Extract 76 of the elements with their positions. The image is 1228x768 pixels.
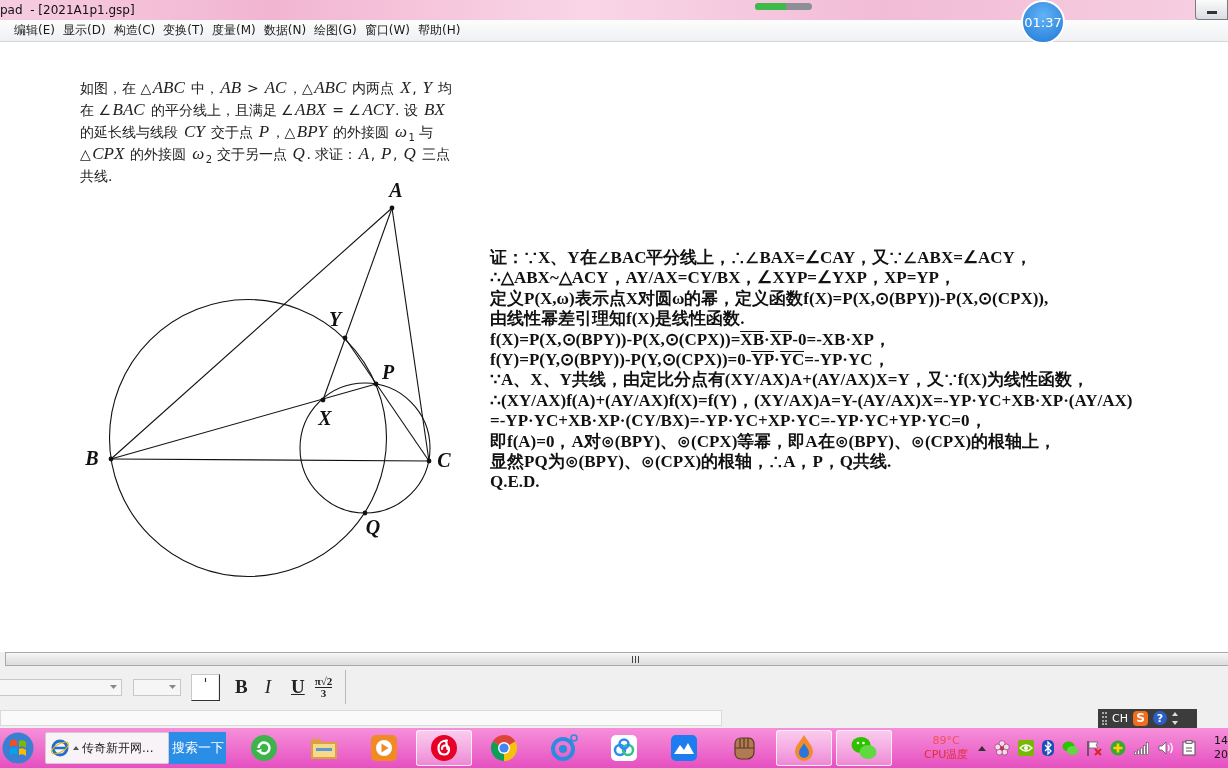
proof-line: 由线性幂差引理知f(X)是线性函数.: [490, 309, 746, 330]
proof-line: =-YP·YC+XB·XP·(CY/BX)=-YP·YC+XP·YC=-YP·YC+YP·YC=0，: [490, 411, 988, 432]
point-label: X: [318, 407, 332, 429]
menu-item[interactable]: 变换(T): [159, 22, 208, 39]
taskbar-app-button[interactable]: [250, 734, 278, 762]
proof-line: f(X)=P(X,⊙(BPY))-P(X,⊙(CPX))=XB·XP-0=-XB·XP，: [490, 329, 892, 350]
menu-item[interactable]: 帮助(H): [414, 22, 465, 39]
signal-icon[interactable]: [1134, 741, 1151, 755]
taskbar-app-button[interactable]: [490, 734, 518, 762]
minimize-button[interactable]: [1195, 0, 1228, 20]
arrows-icon: [1171, 711, 1178, 725]
clipboard-icon[interactable]: [1182, 740, 1197, 756]
math-format-button[interactable]: π√2 3: [311, 674, 336, 700]
temperature-reading: 89°C: [932, 734, 960, 748]
menu-item[interactable]: 绘图(G): [310, 22, 361, 39]
proof-line: 即f(A)=0，A对⊙(BPY)、⊙(CPX)等幂，即A在⊙(BPY)、⊙(CPX)的根轴上，: [490, 431, 1058, 452]
caret-up-icon: [73, 746, 79, 750]
proof-line: ∴△ABX~△ACY，AY/AX=CY/BX，∠XYP=∠YXP，XP=YP，: [490, 268, 957, 289]
orbit-icon: [50, 738, 70, 758]
taskbar-app-button[interactable]: [776, 730, 832, 766]
temperature-label: CPU温度: [924, 748, 969, 762]
start-orb-icon[interactable]: [2, 732, 34, 764]
mountain-icon: [670, 734, 698, 762]
menu-item[interactable]: 窗口(W): [360, 22, 414, 39]
point-label: P: [381, 361, 395, 383]
taskbar-window-button[interactable]: 传奇新开网...: [45, 732, 169, 764]
minimize-icon: [1206, 11, 1217, 14]
linked-rings-icon: [610, 734, 638, 762]
bluetooth-icon[interactable]: [1042, 740, 1055, 756]
menu-item[interactable]: 度量(M): [208, 22, 260, 39]
menu-item[interactable]: 数据(N): [259, 22, 311, 39]
grip-icon: [631, 655, 639, 663]
caret-icon: [169, 685, 176, 689]
menu-item[interactable]: 编辑(E): [10, 22, 59, 39]
menu-item[interactable]: 显示(D): [58, 22, 110, 39]
plus-circle-icon[interactable]: [1110, 740, 1127, 756]
ring-icon: [550, 734, 578, 762]
taskbar-app-button[interactable]: [610, 734, 638, 762]
taskbar-app-button[interactable]: [836, 730, 892, 766]
proof-line: f(Y)=P(Y,⊙(BPY))-P(Y,⊙(CPX))=0-YP·YC=-YP·YC，: [490, 349, 891, 370]
bold-button[interactable]: B: [232, 674, 251, 700]
proof-line: ∵A、X、Y共线，由定比分点有(XY/AX)A+(AY/AX)X=Y，又∵f(X)为线性函数，: [490, 370, 1091, 391]
point-label: C: [437, 449, 451, 471]
speaker-icon[interactable]: [1158, 741, 1175, 755]
clock-time[interactable]: 14: [1214, 734, 1228, 748]
chat-bubbles-icon: [850, 734, 878, 762]
line-swatch-icon[interactable]: [191, 673, 220, 701]
language-indicator[interactable]: CH: [1112, 711, 1128, 725]
italic-button[interactable]: I: [261, 674, 274, 700]
proof-line: Q.E.D.: [490, 472, 541, 493]
point-label: Q: [365, 516, 381, 538]
flag-icon[interactable]: [1086, 740, 1103, 756]
proof-line: 证：∵X、Y在∠BAC平分线上，∴∠BAX=∠CAY，又∵∠ABX=∠ACY，: [490, 248, 1033, 269]
point-label: Y: [328, 308, 342, 330]
play-icon: [370, 734, 398, 762]
caret-up-icon[interactable]: [978, 745, 987, 751]
segmented-circle-icon: [490, 734, 518, 762]
scrollbar[interactable]: [5, 652, 1228, 666]
folder-icon: [310, 736, 338, 760]
taskbar-app-button[interactable]: [370, 734, 398, 762]
window-title: pad - [2021A1p1.gsp]: [0, 3, 135, 17]
flower-icon[interactable]: [994, 740, 1011, 756]
eye-icon[interactable]: [1018, 740, 1035, 756]
taskbar-app-button[interactable]: [416, 730, 472, 766]
proof-line: 定义P(X,ω)表示点X对圆ω的幂，定义函数f(X)=P(X,⊙(BPY))-P(X,⊙(CPX)),: [490, 288, 1050, 309]
menu-item[interactable]: 构造(C): [109, 22, 160, 39]
underline-button[interactable]: U: [288, 674, 308, 700]
caret-icon: [110, 685, 117, 689]
help-button[interactable]: ?: [1152, 711, 1167, 725]
point-label: B: [85, 447, 99, 469]
proof-line: 显然PQ为⊙(BPY)、⊙(CPX)的根轴，∴A，P，Q共线.: [490, 451, 893, 473]
proof-line: ∴(XY/AX)f(A)+(AY/AX)f(X)=f(Y)，(XY/AX)A=Y-(AY/AX)X=-YP·YC+XB·XP·(AY/AX): [490, 390, 1133, 412]
grip-icon: [1102, 711, 1107, 725]
swirl-icon: [430, 734, 458, 762]
clock-date[interactable]: 20: [1214, 748, 1228, 762]
taskbar-app-button[interactable]: [670, 734, 698, 762]
